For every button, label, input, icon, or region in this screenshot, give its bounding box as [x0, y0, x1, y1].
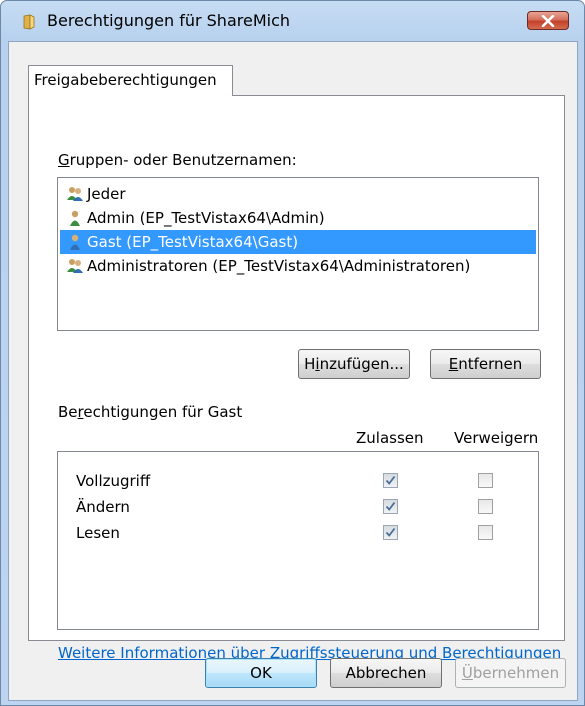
dialog-client-area: Freigabeberechtigungen Gruppen- oder Ben… — [8, 41, 578, 701]
ok-button[interactable]: OK — [205, 658, 317, 688]
checkmark-icon — [385, 527, 396, 537]
cancel-button[interactable]: Abbrechen — [330, 658, 442, 688]
column-header-allow: Zulassen — [356, 429, 424, 447]
deny-checkbox-vollzugriff[interactable] — [478, 473, 493, 488]
apply-button-label: bernehmen — [472, 664, 560, 682]
add-button-label-pre: H — [304, 355, 316, 373]
list-item-label: Administratoren (EP_TestVistax64\Adminis… — [87, 257, 471, 275]
permissions-heading-pre: Be — [58, 403, 78, 421]
permissions-heading: Berechtigungen für Gast — [58, 403, 242, 421]
column-header-deny: Verweigern — [454, 429, 539, 447]
deny-checkbox-lesen[interactable] — [478, 525, 493, 540]
title-bar[interactable]: Berechtigungen für ShareMich — [1, 1, 584, 39]
users-listbox[interactable]: Jeder Admin (EP_TestVistax64\Admin) Gast… — [57, 177, 539, 331]
remove-button[interactable]: Entfernen — [430, 349, 541, 379]
list-item-admin[interactable]: Admin (EP_TestVistax64\Admin) — [58, 206, 538, 230]
checkmark-icon — [385, 501, 396, 511]
allow-checkbox-aendern[interactable] — [383, 499, 398, 514]
apply-button[interactable]: Übernehmen — [455, 658, 566, 688]
permission-name: Lesen — [76, 524, 120, 542]
group-icon — [67, 187, 83, 201]
add-button-label-post: nzufügen... — [319, 355, 404, 373]
folder-icon — [23, 14, 35, 30]
users-heading-text: ruppen- oder Benutzernamen: — [69, 151, 297, 169]
window-title: Berechtigungen für ShareMich — [47, 11, 291, 30]
deny-checkbox-aendern[interactable] — [478, 499, 493, 514]
apply-button-accesskey: Ü — [461, 664, 473, 682]
close-icon — [541, 14, 555, 27]
remove-button-label: ntfernen — [458, 355, 523, 373]
tab-panel: Gruppen- oder Benutzernamen: Jeder Admin… — [28, 95, 565, 662]
permission-name: Ändern — [76, 498, 130, 516]
close-button[interactable] — [527, 11, 569, 30]
user-icon — [70, 234, 80, 250]
permissions-heading-post: echtigungen für Gast — [83, 403, 243, 421]
tab-freigabeberechtigungen[interactable]: Freigabeberechtigungen — [28, 65, 233, 96]
list-item-gast[interactable]: Gast (EP_TestVistax64\Gast) — [60, 230, 536, 254]
permission-row-vollzugriff: Vollzugriff — [58, 469, 538, 495]
add-button[interactable]: Hi nzufügen... — [298, 349, 410, 379]
list-item-label: Gast (EP_TestVistax64\Gast) — [87, 233, 299, 251]
list-item-label: Jeder — [87, 185, 126, 203]
permission-row-aendern: Ändern — [58, 495, 538, 521]
permission-row-lesen: Lesen — [58, 521, 538, 547]
users-heading-accesskey: G — [58, 151, 70, 169]
allow-checkbox-vollzugriff[interactable] — [383, 473, 398, 488]
permission-name: Vollzugriff — [76, 472, 151, 490]
permissions-list: Vollzugriff Ändern Lesen — [57, 451, 539, 630]
list-item-administratoren[interactable]: Administratoren (EP_TestVistax64\Adminis… — [58, 254, 538, 278]
checkmark-icon — [385, 475, 396, 485]
group-icon — [67, 259, 83, 273]
remove-button-accesskey: E — [448, 355, 459, 373]
allow-checkbox-lesen[interactable] — [383, 525, 398, 540]
users-heading: Gruppen- oder Benutzernamen: — [58, 151, 297, 169]
list-item-label: Admin (EP_TestVistax64\Admin) — [87, 209, 325, 227]
permissions-dialog: Berechtigungen für ShareMich Freigabeber… — [0, 0, 585, 706]
list-item-jeder[interactable]: Jeder — [58, 182, 538, 206]
user-icon — [70, 210, 80, 226]
